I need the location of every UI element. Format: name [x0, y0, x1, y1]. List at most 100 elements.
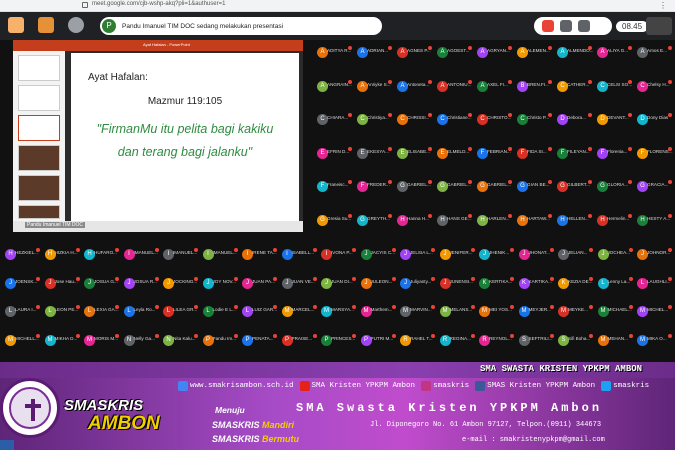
participant-tile[interactable]: C CHRISSI...	[395, 112, 433, 140]
participant-tile[interactable]: L LUIZ GAR...	[240, 304, 278, 332]
participant-tile[interactable]: A ANTONIU...	[435, 79, 473, 107]
participant-tile[interactable]: A ALEMEN...	[515, 45, 553, 73]
participant-tile[interactable]: C Christiane...	[435, 112, 473, 140]
participant-tile[interactable]: J JELIAN...	[556, 247, 594, 275]
participant-tile[interactable]: G GABRIEL...	[395, 179, 433, 207]
participant-tile[interactable]: A Anriyke S...	[355, 79, 393, 107]
camera-icon[interactable]	[560, 20, 572, 32]
hand-icon[interactable]	[8, 17, 24, 33]
participant-tile[interactable]: G GREYTH...	[355, 213, 393, 241]
participant-tile[interactable]: L Lodie E L...	[201, 304, 239, 332]
participant-tile[interactable]: C CATHER...	[555, 79, 593, 107]
participant-tile[interactable]: R REYNOL...	[477, 333, 515, 361]
url-text[interactable]: meet.google.com/cjb-wshp-akq?pli=1&authu…	[92, 1, 225, 7]
participant-tile[interactable]: D Dony Dias	[635, 112, 673, 140]
participant-tile[interactable]: M MICHAEL...	[596, 304, 634, 332]
participant-tile[interactable]: I IVONA P...	[319, 247, 357, 275]
participant-tile[interactable]: I IMANUEL...	[201, 247, 239, 275]
participant-tile[interactable]: F FREDER...	[355, 179, 393, 207]
participant-tile[interactable]: P PENATA...	[240, 333, 278, 361]
participant-tile[interactable]: L Lenny La...	[596, 276, 634, 304]
participant-tile[interactable]: P Pandu Im...	[201, 333, 239, 361]
avatar-icon[interactable]	[38, 17, 54, 33]
participant-tile[interactable]: L LAURA I...	[3, 304, 41, 332]
participant-tile[interactable]: J JULEON...	[359, 276, 397, 304]
participant-tile[interactable]: C Christiya...	[355, 112, 393, 140]
participant-tile[interactable]: A ALMENDO...	[555, 45, 593, 73]
participant-tile[interactable]: M MICHEL...	[635, 304, 673, 332]
participant-tile[interactable]: J JOCHEA...	[596, 247, 634, 275]
participant-tile[interactable]: S SEFTRILI...	[517, 333, 555, 361]
participant-tile[interactable]: K KERTIKA...	[477, 276, 515, 304]
participant-tile[interactable]: A AGNES P...	[395, 45, 433, 73]
participant-tile[interactable]: F FILEYAN...	[555, 146, 593, 174]
participant-tile[interactable]: K KARTIKA...	[517, 276, 555, 304]
participant-tile[interactable]: S Sifi Boha...	[556, 333, 594, 361]
participant-tile[interactable]: E ELISABE...	[395, 146, 433, 174]
participant-tile[interactable]: L Leyla Ro...	[122, 304, 160, 332]
participant-tile[interactable]: M MARSYA...	[319, 304, 357, 332]
participant-tile[interactable]: D DEVANT...	[595, 112, 633, 140]
participant-tile[interactable]: M MELANS...	[438, 304, 476, 332]
participant-tile[interactable]: H HIZKIA H...	[43, 247, 81, 275]
participant-tile[interactable]: N Nelly Ga...	[122, 333, 160, 361]
participant-tile[interactable]: J JOSUA R...	[122, 276, 160, 304]
participant-tile[interactable]: D Debora...	[555, 112, 593, 140]
participant-tile[interactable]: G GABRIEL...	[435, 179, 473, 207]
participant-tile[interactable]: P PRINCES...	[319, 333, 357, 361]
participant-tile[interactable]: G GIAN BE...	[515, 179, 553, 207]
address-bar[interactable]: meet.google.com/cjb-wshp-akq?pli=1&authu…	[0, 0, 675, 12]
participant-tile[interactable]: E EFRIN D...	[315, 146, 353, 174]
more-icon[interactable]: ⋮	[659, 1, 667, 10]
participant-tile[interactable]: M MARCEL...	[280, 304, 318, 332]
participant-tile[interactable]: F Franeisc...	[315, 179, 353, 207]
participant-tile[interactable]: J Jose Hau...	[43, 276, 81, 304]
participant-tile[interactable]: H HESTY A...	[635, 213, 673, 241]
participant-tile[interactable]: H HUFARO...	[82, 247, 120, 275]
participant-tile[interactable]: A AGOEST...	[435, 45, 473, 73]
participant-tile[interactable]: H Hanna H...	[395, 213, 433, 241]
participant-tile[interactable]: J JOENSK...	[3, 276, 41, 304]
participant-tile[interactable]: E ELMELD...	[435, 146, 473, 174]
participant-tile[interactable]: H HELLEN...	[555, 213, 593, 241]
windows-start-icon[interactable]	[0, 440, 14, 450]
participant-tile[interactable]: A ANGRAIN...	[315, 79, 353, 107]
participant-tile[interactable]: C CHRISTO...	[475, 112, 513, 140]
participant-tile[interactable]: P PUTRI M...	[359, 333, 397, 361]
participant-tile[interactable]: J JOSUA G...	[82, 276, 120, 304]
participant-tile[interactable]: G GLORIA...	[595, 179, 633, 207]
participant-tile[interactable]: H HANS GE...	[435, 213, 473, 241]
participant-tile[interactable]: M MEI YOS...	[477, 304, 515, 332]
participant-tile[interactable]: G GRACIA...	[635, 179, 673, 207]
participant-tile[interactable]: M MICHELL...	[3, 333, 41, 361]
participant-tile[interactable]: B BREN.FI...	[515, 79, 553, 107]
participant-tile[interactable]: R REGINA...	[438, 333, 476, 361]
participant-tile[interactable]: P PRAISE...	[280, 333, 318, 361]
participant-tile[interactable]: E EKESYA...	[355, 146, 393, 174]
participant-tile[interactable]: J JHENIK...	[477, 247, 515, 275]
participant-tile[interactable]: H Hermelin...	[595, 213, 633, 241]
participant-tile[interactable]: J JELSIA L...	[398, 247, 436, 275]
participant-tile[interactable]: F FLORENS...	[635, 146, 673, 174]
people-icon[interactable]	[578, 20, 590, 32]
participant-tile[interactable]: C CELSI SO...	[595, 79, 633, 107]
participant-tile[interactable]: J JOHNOR...	[635, 247, 673, 275]
participant-tile[interactable]: A Amos E...	[635, 45, 673, 73]
participant-tile[interactable]: J JHONAT...	[517, 247, 555, 275]
participant-tile[interactable]: C Chelsy H...	[635, 79, 673, 107]
participant-tile[interactable]: G GABRIEL...	[475, 179, 513, 207]
participant-tile[interactable]: C CHIARA...	[315, 112, 353, 140]
participant-tile[interactable]: M MEHAN...	[596, 333, 634, 361]
participant-tile[interactable]: M MIKHA D...	[43, 333, 81, 361]
participant-tile[interactable]: G Gresia Su...	[315, 213, 353, 241]
participant-tile[interactable]: J JENIFER...	[438, 247, 476, 275]
participant-tile[interactable]: A Antoneta...	[395, 79, 433, 107]
participant-tile[interactable]: A AXEL FI...	[475, 79, 513, 107]
participant-tile[interactable]: J JUNENSI...	[438, 276, 476, 304]
gear-icon[interactable]	[68, 17, 84, 33]
participant-tile[interactable]: I IMANUEL...	[122, 247, 160, 275]
participant-tile[interactable]: J JUAN DI...	[319, 276, 357, 304]
participant-tile[interactable]: I IRENE TA...	[240, 247, 278, 275]
participant-tile[interactable]: L LAUGHLI...	[635, 276, 673, 304]
participant-tile[interactable]: M MEYKE...	[556, 304, 594, 332]
